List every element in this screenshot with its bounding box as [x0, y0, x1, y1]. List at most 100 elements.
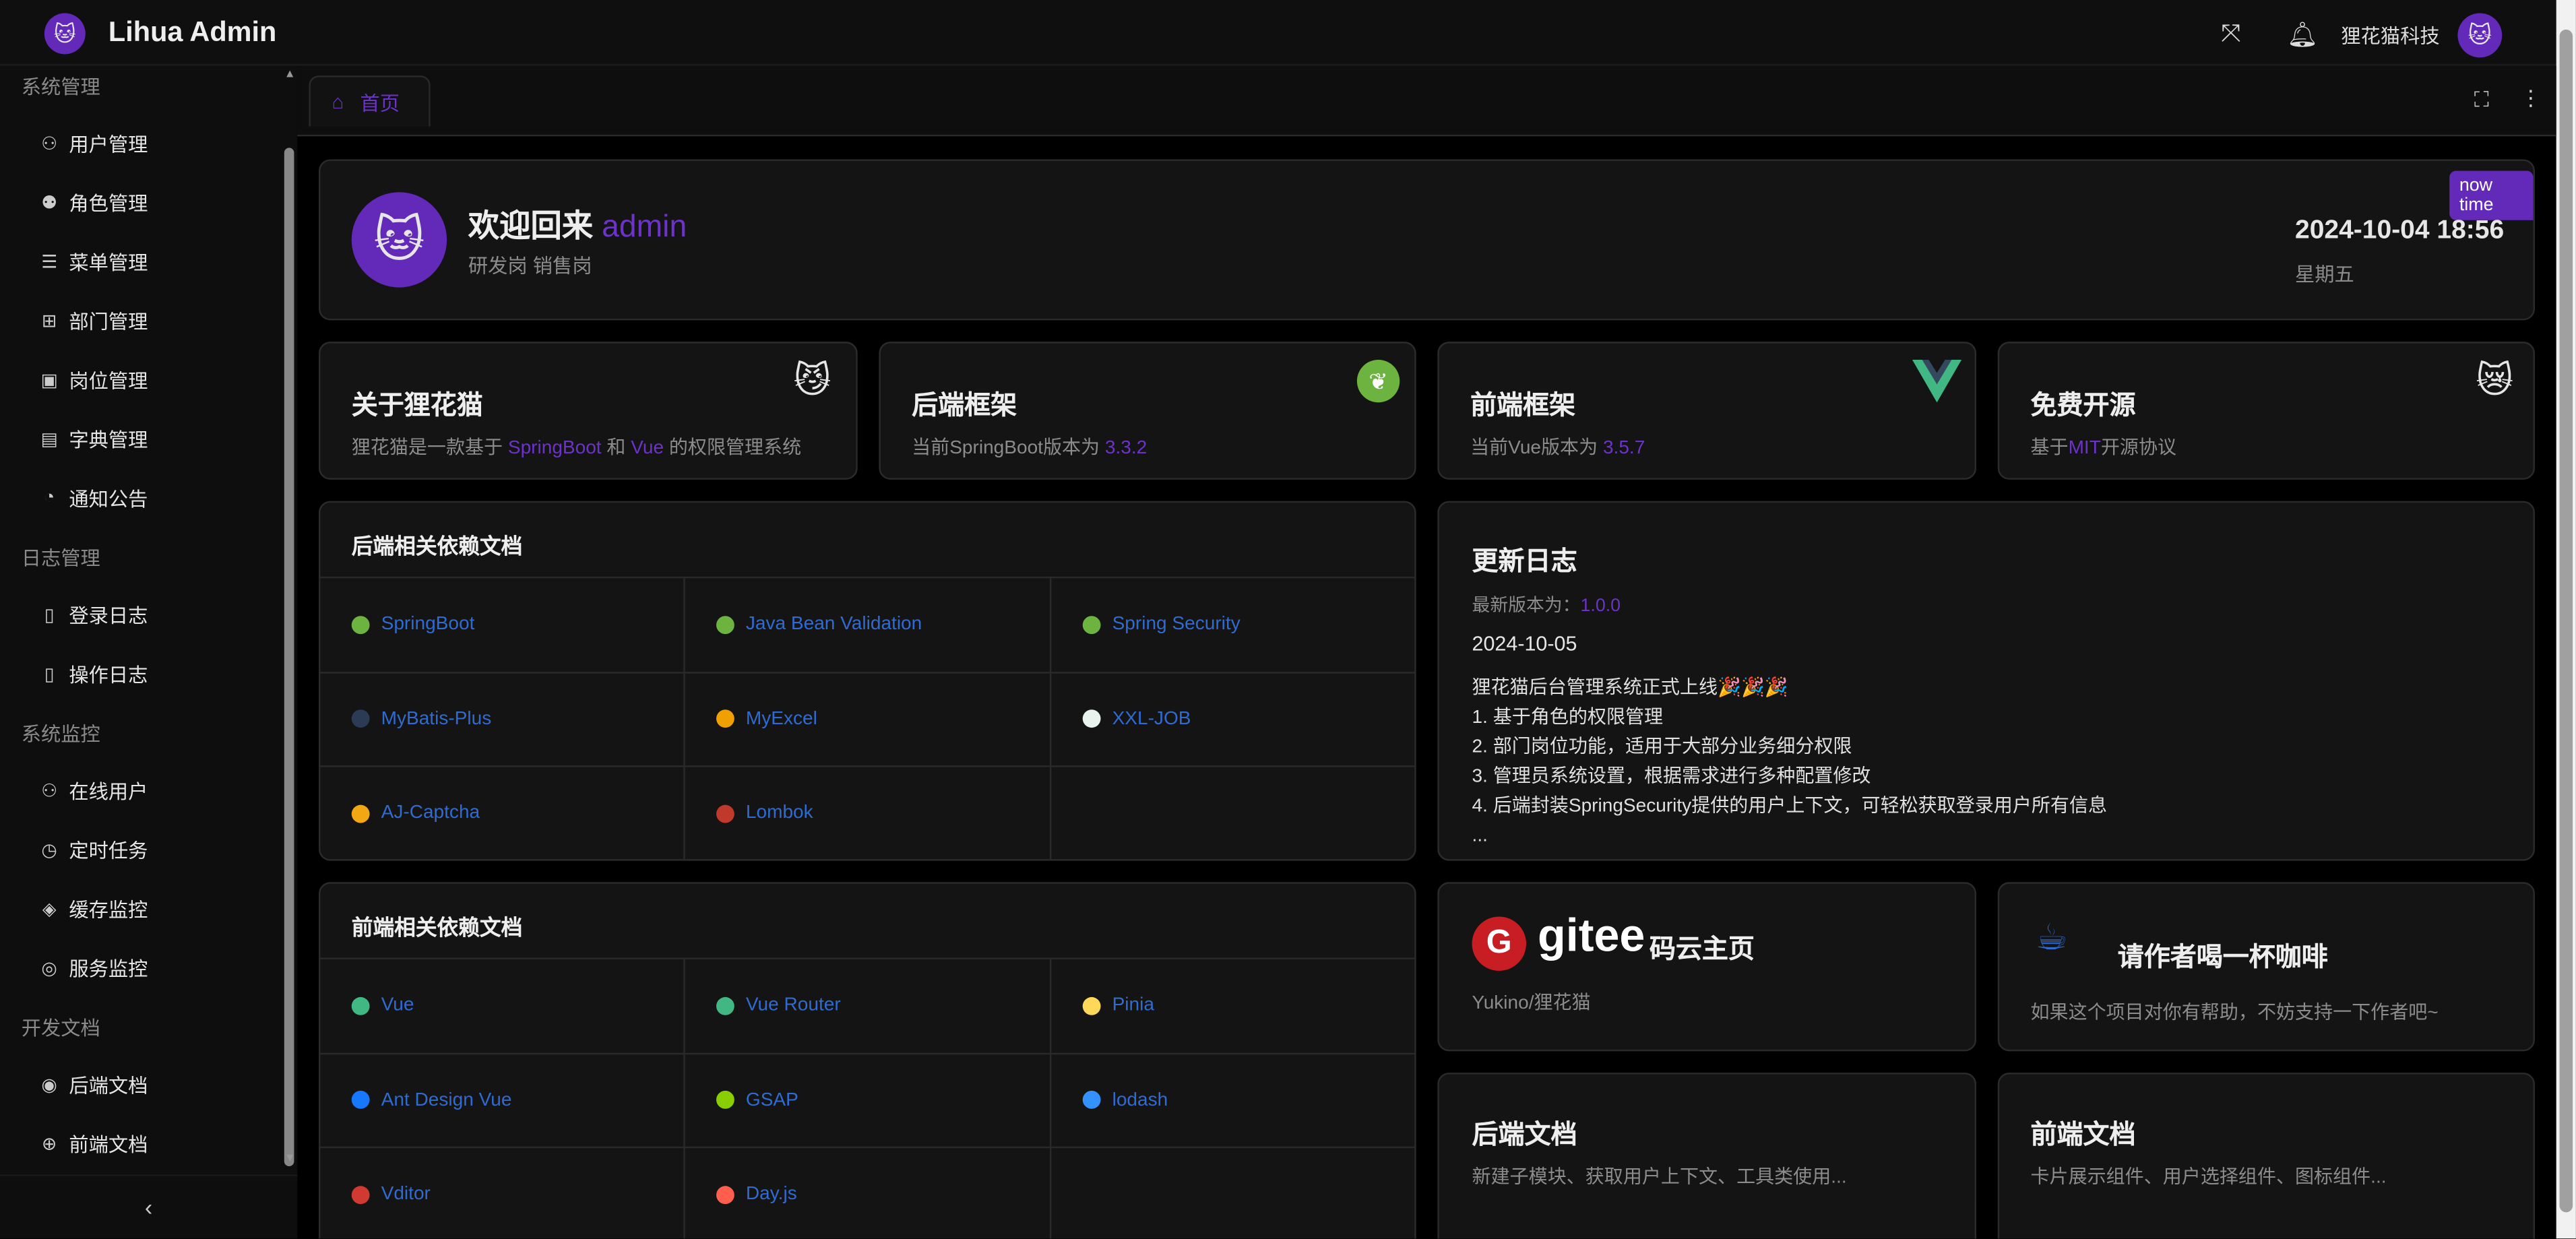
sidebar-item[interactable]: ◔ 通知公告	[0, 473, 279, 522]
dependency-name[interactable]: GSAP	[746, 1090, 798, 1110]
changelog-card: 更新日志 最新版本为：1.0.0 2024-10-05 狸花猫后台管理系统正式上…	[1437, 501, 2535, 861]
vditor-icon	[351, 1185, 370, 1204]
sidebar-item-label: 岗位管理	[69, 369, 148, 392]
scrollbar-thumb[interactable]	[2559, 29, 2573, 1213]
dependency-name[interactable]: SpringBoot	[381, 614, 475, 634]
dependency-name[interactable]: AJ-Captcha	[381, 804, 480, 823]
fullscreen-icon[interactable]: ⤧	[2221, 20, 2240, 47]
dependency-name[interactable]: Lombok	[746, 804, 813, 823]
company-name[interactable]: 狸花猫科技	[2341, 22, 2439, 49]
sidebar-item[interactable]: ▯ 操作日志	[0, 649, 279, 698]
springboot-link[interactable]: SpringBoot	[508, 439, 602, 458]
globe-icon: ⊕	[41, 1134, 57, 1154]
spring-icon	[716, 615, 734, 634]
dependency-name[interactable]: MyBatis-Plus	[381, 709, 492, 729]
backend-framework-card[interactable]: 后端框架 当前SpringBoot版本为 3.3.2 ❦	[879, 342, 1416, 480]
dependency-link[interactable]: SpringBoot	[320, 578, 685, 673]
spring-icon	[1082, 615, 1101, 634]
tab-home[interactable]: ⌂ 首页	[309, 75, 431, 127]
dependency-name[interactable]: lodash	[1112, 1090, 1168, 1110]
sidebar-item[interactable]: ⚇ 用户管理	[0, 119, 279, 168]
sidebar-item-label: 用户管理	[69, 132, 148, 156]
frontend-docs-card[interactable]: 前端文档 卡片展示组件、用户选择组件、图标组件...	[1997, 1073, 2535, 1239]
dependency-link[interactable]: lodash	[1051, 1054, 1415, 1149]
frontend-framework-card[interactable]: 前端框架 当前Vue版本为 3.5.7	[1437, 342, 1977, 480]
sidebar-group-label: 系统监控	[21, 722, 100, 746]
sidebar-item[interactable]: ⚉ 角色管理	[0, 177, 279, 226]
dependency-link[interactable]: XXL-JOB	[1051, 672, 1415, 767]
sidebar-item[interactable]: ▣ 岗位管理	[0, 355, 279, 404]
dependency-name[interactable]: XXL-JOB	[1112, 709, 1191, 729]
sidebar-item[interactable]: ◎ 服务监控	[0, 943, 279, 992]
dependency-name[interactable]: Java Bean Validation	[746, 614, 922, 634]
bell-icon[interactable]: 🔔︎	[2287, 20, 2318, 49]
dayjs-icon	[716, 1185, 734, 1204]
open-source-card[interactable]: 免费开源 基于MIT开源协议 😿	[1997, 342, 2535, 480]
maximize-icon[interactable]: ⛶	[2474, 87, 2489, 113]
dependency-name[interactable]: MyExcel	[746, 709, 817, 729]
sidebar-item[interactable]: ◈ 缓存监控	[0, 884, 279, 933]
org-tree-icon: ⊞	[41, 311, 57, 331]
notice-icon: ◔	[44, 488, 55, 508]
collapse-sidebar-button[interactable]: ‹	[0, 1174, 298, 1238]
eye-icon: ◉	[41, 1075, 57, 1095]
doc-desc: 新建子模块、获取用户上下文、工具类使用...	[1472, 1168, 1847, 1188]
dependency-link[interactable]: MyBatis-Plus	[320, 672, 685, 767]
about-card[interactable]: 关于狸花猫 狸花猫是一款基于 SpringBoot 和 Vue 的权限管理系统 …	[318, 342, 858, 480]
card-title: 关于狸花猫	[351, 392, 483, 421]
scroll-up-arrow-icon[interactable]: ▲	[284, 69, 296, 80]
mybatis-icon	[351, 709, 370, 728]
top-header: 🐱 Lihua Admin ⤧ 🔔︎ 狸花猫科技 🐱	[0, 0, 2556, 66]
more-options-icon[interactable]: ⋮	[2520, 86, 2542, 112]
dependency-link[interactable]: Pinia	[1051, 959, 1415, 1054]
sidebar-item-label: 菜单管理	[69, 250, 148, 274]
dependency-link[interactable]: Vue	[320, 959, 685, 1054]
page-scrollbar[interactable]	[2556, 0, 2576, 1239]
spring-leaf-icon: ❦	[1356, 359, 1400, 403]
card-desc: 狸花猫是一款基于 SpringBoot 和 Vue 的权限管理系统	[352, 434, 801, 460]
sidebar-item[interactable]: ⊕ 前端文档	[0, 1118, 279, 1168]
dependency-name[interactable]: Vditor	[381, 1184, 431, 1204]
sidebar-item[interactable]: ⊞ 部门管理	[0, 296, 279, 345]
vue-icon	[351, 996, 370, 1015]
card-title: 免费开源	[2030, 392, 2136, 421]
dependency-name[interactable]: Vue	[381, 996, 414, 1015]
sidebar-item[interactable]: ◷ 定时任务	[0, 825, 279, 874]
sidebar-item[interactable]: ☰ 菜单管理	[0, 236, 279, 286]
sidebar-scrollbar[interactable]	[284, 148, 294, 1167]
sidebar-item[interactable]: ◉ 后端文档	[0, 1060, 279, 1109]
dependency-link[interactable]: MyExcel	[685, 672, 1052, 767]
dependency-name[interactable]: Vue Router	[746, 996, 841, 1015]
dependency-link[interactable]: GSAP	[685, 1054, 1052, 1149]
username: admin	[602, 210, 687, 245]
dependency-link[interactable]: AJ-Captcha	[320, 767, 685, 860]
gitee-card[interactable]: G gitee 码云主页 Yukino/狸花猫	[1437, 882, 1977, 1052]
dependency-link[interactable]: Lombok	[685, 767, 1052, 860]
welcome-card: 🐱 欢迎回来 admin 研发岗 销售岗 now time 2024-10-04…	[318, 159, 2535, 321]
mit-link[interactable]: MIT	[2069, 439, 2101, 458]
sidebar-item[interactable]: ⚇ 在线用户	[0, 765, 279, 815]
dependency-link[interactable]: Vue Router	[685, 959, 1052, 1054]
sidebar-item-label: 缓存监控	[69, 897, 148, 921]
dependency-link[interactable]: Vditor	[320, 1148, 685, 1239]
backend-docs-card[interactable]: 后端文档 新建子模块、获取用户上下文、工具类使用...	[1437, 1073, 1977, 1239]
dependency-link[interactable]: Day.js	[685, 1148, 1052, 1239]
dependency-link[interactable]: Spring Security	[1051, 578, 1415, 673]
dependency-name[interactable]: Ant Design Vue	[381, 1090, 512, 1110]
card-desc: 基于MIT开源协议	[2030, 434, 2176, 460]
sidebar-item[interactable]: ▯ 登录日志	[0, 590, 279, 639]
vue-link[interactable]: Vue	[631, 439, 664, 458]
user-avatar[interactable]: 🐱	[2457, 13, 2503, 58]
scroll-down-arrow-icon[interactable]: ▼	[284, 1153, 296, 1165]
dependency-name[interactable]: Spring Security	[1112, 614, 1240, 634]
sidebar-item[interactable]: ▤ 字典管理	[0, 414, 279, 463]
dependency-name[interactable]: Pinia	[1112, 996, 1154, 1015]
coffee-card[interactable]: ☕ 请作者喝一杯咖啡 如果这个项目对你有帮助，不妨支持一下作者吧~	[1997, 882, 2535, 1052]
vue-version: 3.5.7	[1602, 438, 1645, 459]
now-time-badge: now time	[2449, 170, 2534, 220]
dependency-name[interactable]: Day.js	[746, 1184, 797, 1204]
role-icon: ⚉	[41, 193, 58, 213]
dependency-link[interactable]: Java Bean Validation	[685, 578, 1052, 673]
dependency-link[interactable]: Ant Design Vue	[320, 1054, 685, 1149]
sidebar-item-label: 服务监控	[69, 957, 148, 980]
